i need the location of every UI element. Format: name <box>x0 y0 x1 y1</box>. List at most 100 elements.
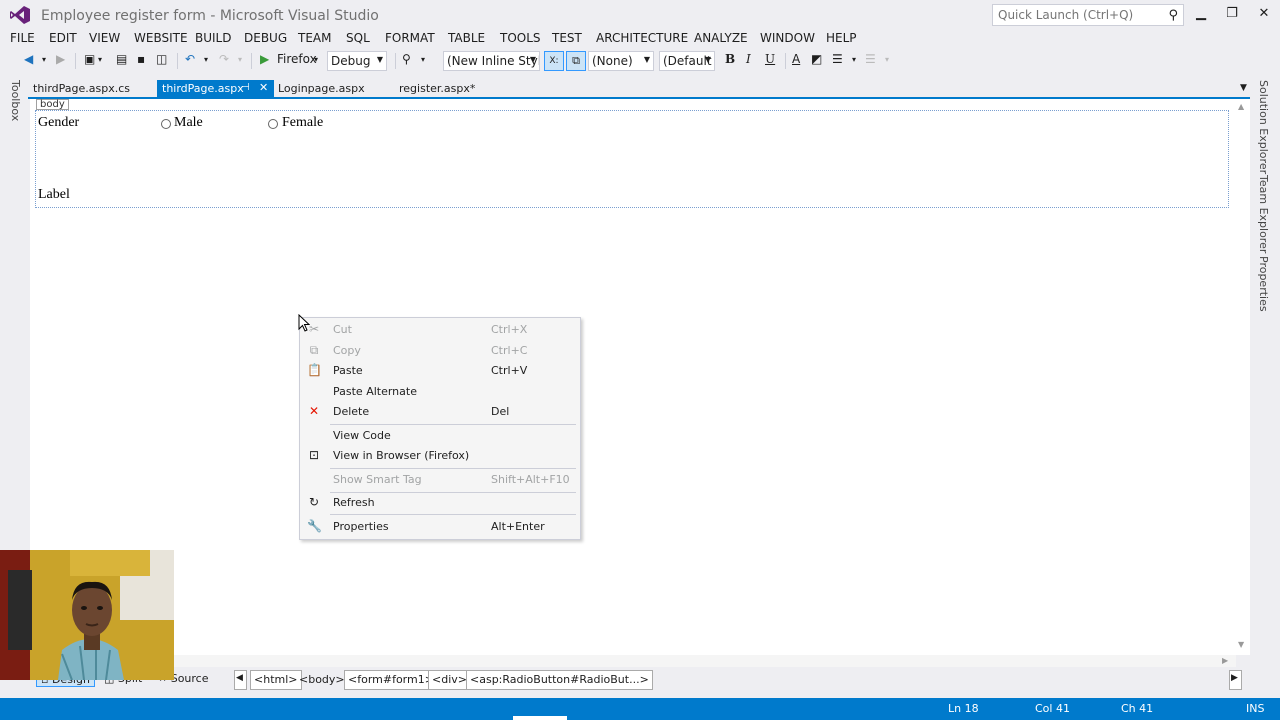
run-target-dropdown-icon[interactable]: ▾ <box>314 55 318 73</box>
underline-button[interactable]: U <box>765 52 775 70</box>
open-file-icon[interactable]: ▤ <box>116 52 127 70</box>
menu-tools[interactable]: TOOLS <box>500 31 541 45</box>
tab-overflow-dropdown-icon[interactable]: ▼ <box>1240 83 1247 93</box>
bold-button[interactable]: B <box>725 52 735 70</box>
radio-male-label[interactable]: Male <box>174 115 203 131</box>
redo-dropdown-icon[interactable]: ▾ <box>238 55 242 73</box>
show-overlay-icon[interactable]: X: <box>544 51 564 71</box>
find-dropdown-icon[interactable]: ▾ <box>421 55 425 73</box>
close-tab-icon[interactable]: ✕ <box>259 81 268 94</box>
solution-explorer-tab[interactable]: Solution Explorer <box>1257 80 1270 174</box>
radio-male[interactable] <box>161 119 171 129</box>
menu-file[interactable]: FILE <box>10 31 35 45</box>
menu-window[interactable]: WINDOW <box>760 31 815 45</box>
breadcrumb-body[interactable]: <body> <box>295 670 349 690</box>
align-dropdown-icon[interactable]: ▾ <box>852 55 856 73</box>
horizontal-scrollbar[interactable]: ▶ <box>30 655 1236 667</box>
scroll-right-icon[interactable]: ▶ <box>1222 656 1228 665</box>
toolbox-tab[interactable]: Toolbox <box>9 80 22 121</box>
team-explorer-tab[interactable]: Team Explorer <box>1257 175 1270 253</box>
font-select[interactable]: (Default ▼ <box>659 51 715 71</box>
menu-item-view-in-browser[interactable]: ⊡ View in Browser (Firefox) <box>300 446 580 466</box>
new-project-icon[interactable]: ▣ <box>84 52 95 70</box>
find-in-files-icon[interactable]: ⚲ <box>402 52 411 70</box>
background-color-icon[interactable]: ◩ <box>811 52 822 70</box>
navigate-forward-icon[interactable]: ▶ <box>56 52 65 70</box>
target-rule-select[interactable]: (None) ▼ <box>588 51 654 71</box>
pin-icon[interactable]: ⊣ <box>241 82 250 93</box>
configuration-select[interactable]: Debug ▼ <box>327 51 387 71</box>
quick-launch-box[interactable]: ⚲ <box>992 4 1184 26</box>
menu-item-view-code[interactable]: View Code <box>300 426 580 446</box>
browser-icon: ⊡ <box>308 448 320 462</box>
menu-item-paste-alternate[interactable]: Paste Alternate <box>300 382 580 402</box>
foreground-color-icon[interactable]: A <box>792 52 800 70</box>
menu-test[interactable]: TEST <box>552 31 582 45</box>
redo-icon[interactable]: ↷ <box>219 52 229 70</box>
new-dropdown-icon[interactable]: ▾ <box>98 55 102 73</box>
menu-format[interactable]: FORMAT <box>385 31 435 45</box>
menu-table[interactable]: TABLE <box>448 31 485 45</box>
menu-item-delete[interactable]: ✕ Delete Del <box>300 402 580 422</box>
status-column: Col 41 <box>1035 702 1070 715</box>
radio-female[interactable] <box>268 119 278 129</box>
back-dropdown-icon[interactable]: ▾ <box>42 55 46 73</box>
menu-item-label: Delete <box>333 405 370 418</box>
restore-button[interactable]: ❐ <box>1219 4 1245 24</box>
undo-icon[interactable]: ↶ <box>185 52 195 70</box>
close-button[interactable]: ✕ <box>1251 4 1277 24</box>
menu-item-paste[interactable]: 📋 Paste Ctrl+V <box>300 361 580 381</box>
body-tag-indicator[interactable]: body <box>36 99 69 110</box>
menu-item-copy[interactable]: ⧉ Copy Ctrl+C <box>300 341 580 361</box>
breadcrumb-div[interactable]: <div> <box>428 670 471 690</box>
label-control[interactable]: Label <box>38 187 70 203</box>
menu-item-shortcut: Shift+Alt+F10 <box>491 473 570 486</box>
bullets-dropdown-icon[interactable]: ▾ <box>885 55 889 73</box>
menu-edit[interactable]: EDIT <box>49 31 77 45</box>
save-icon[interactable]: ▪ <box>137 52 145 70</box>
menu-view[interactable]: VIEW <box>89 31 120 45</box>
scroll-up-icon[interactable]: ▲ <box>1238 102 1244 111</box>
bullets-icon[interactable]: ☰ <box>865 52 876 70</box>
start-debugging-icon[interactable]: ▶ <box>260 52 269 70</box>
menu-build[interactable]: BUILD <box>195 31 231 45</box>
breadcrumb-form[interactable]: <form#form1> <box>344 670 438 690</box>
menu-team[interactable]: TEAM <box>298 31 331 45</box>
tab-label: Loginpage.aspx <box>278 82 365 95</box>
undo-dropdown-icon[interactable]: ▾ <box>204 55 208 73</box>
menu-item-cut[interactable]: ✂ Cut Ctrl+X <box>300 320 580 340</box>
menu-help[interactable]: HELP <box>826 31 857 45</box>
save-all-icon[interactable]: ◫ <box>156 52 167 70</box>
breadcrumb-prev-icon[interactable]: ◀ <box>234 670 247 690</box>
design-div-container[interactable] <box>35 110 1229 208</box>
breadcrumb-radiobutton[interactable]: <asp:RadioButton#RadioBut...> <box>466 670 653 690</box>
align-left-icon[interactable]: ☰ <box>832 52 843 70</box>
menu-item-show-smart-tag[interactable]: Show Smart Tag Shift+Alt+F10 <box>300 470 580 490</box>
search-icon[interactable]: ⚲ <box>1168 8 1178 23</box>
breadcrumb-next-icon[interactable]: ▶ <box>1229 670 1242 690</box>
menu-item-label: View Code <box>333 429 391 442</box>
attach-style-icon[interactable]: ⧉ <box>566 51 586 71</box>
properties-tab[interactable]: Properties <box>1257 256 1270 312</box>
menu-item-label: View in Browser (Firefox) <box>333 449 470 462</box>
scroll-down-icon[interactable]: ▼ <box>1238 640 1244 649</box>
menu-item-properties[interactable]: 🔧 Properties Alt+Enter <box>300 517 580 537</box>
status-insert-mode: INS <box>1246 702 1265 715</box>
navigate-back-icon[interactable]: ◀ <box>24 52 33 70</box>
menu-website[interactable]: WEBSITE <box>134 31 188 45</box>
status-progress-indicator <box>513 716 567 720</box>
style-select[interactable]: (New Inline Style ▼ <box>443 51 540 71</box>
status-line: Ln 18 <box>948 702 979 715</box>
menu-analyze[interactable]: ANALYZE <box>694 31 748 45</box>
breadcrumb-html[interactable]: <html> <box>250 670 302 690</box>
minimize-button[interactable]: ▁ <box>1188 4 1214 24</box>
menu-debug[interactable]: DEBUG <box>244 31 287 45</box>
menu-sql[interactable]: SQL <box>346 31 370 45</box>
italic-button[interactable]: I <box>746 52 751 70</box>
menu-architecture[interactable]: ARCHITECTURE <box>596 31 688 45</box>
menu-item-refresh[interactable]: ↻ Refresh <box>300 493 580 513</box>
run-target-label[interactable]: Firefox <box>277 52 317 70</box>
quick-launch-input[interactable] <box>993 5 1153 25</box>
vertical-scrollbar[interactable]: ▲ ▼ <box>1236 99 1250 655</box>
radio-female-label[interactable]: Female <box>282 115 323 131</box>
